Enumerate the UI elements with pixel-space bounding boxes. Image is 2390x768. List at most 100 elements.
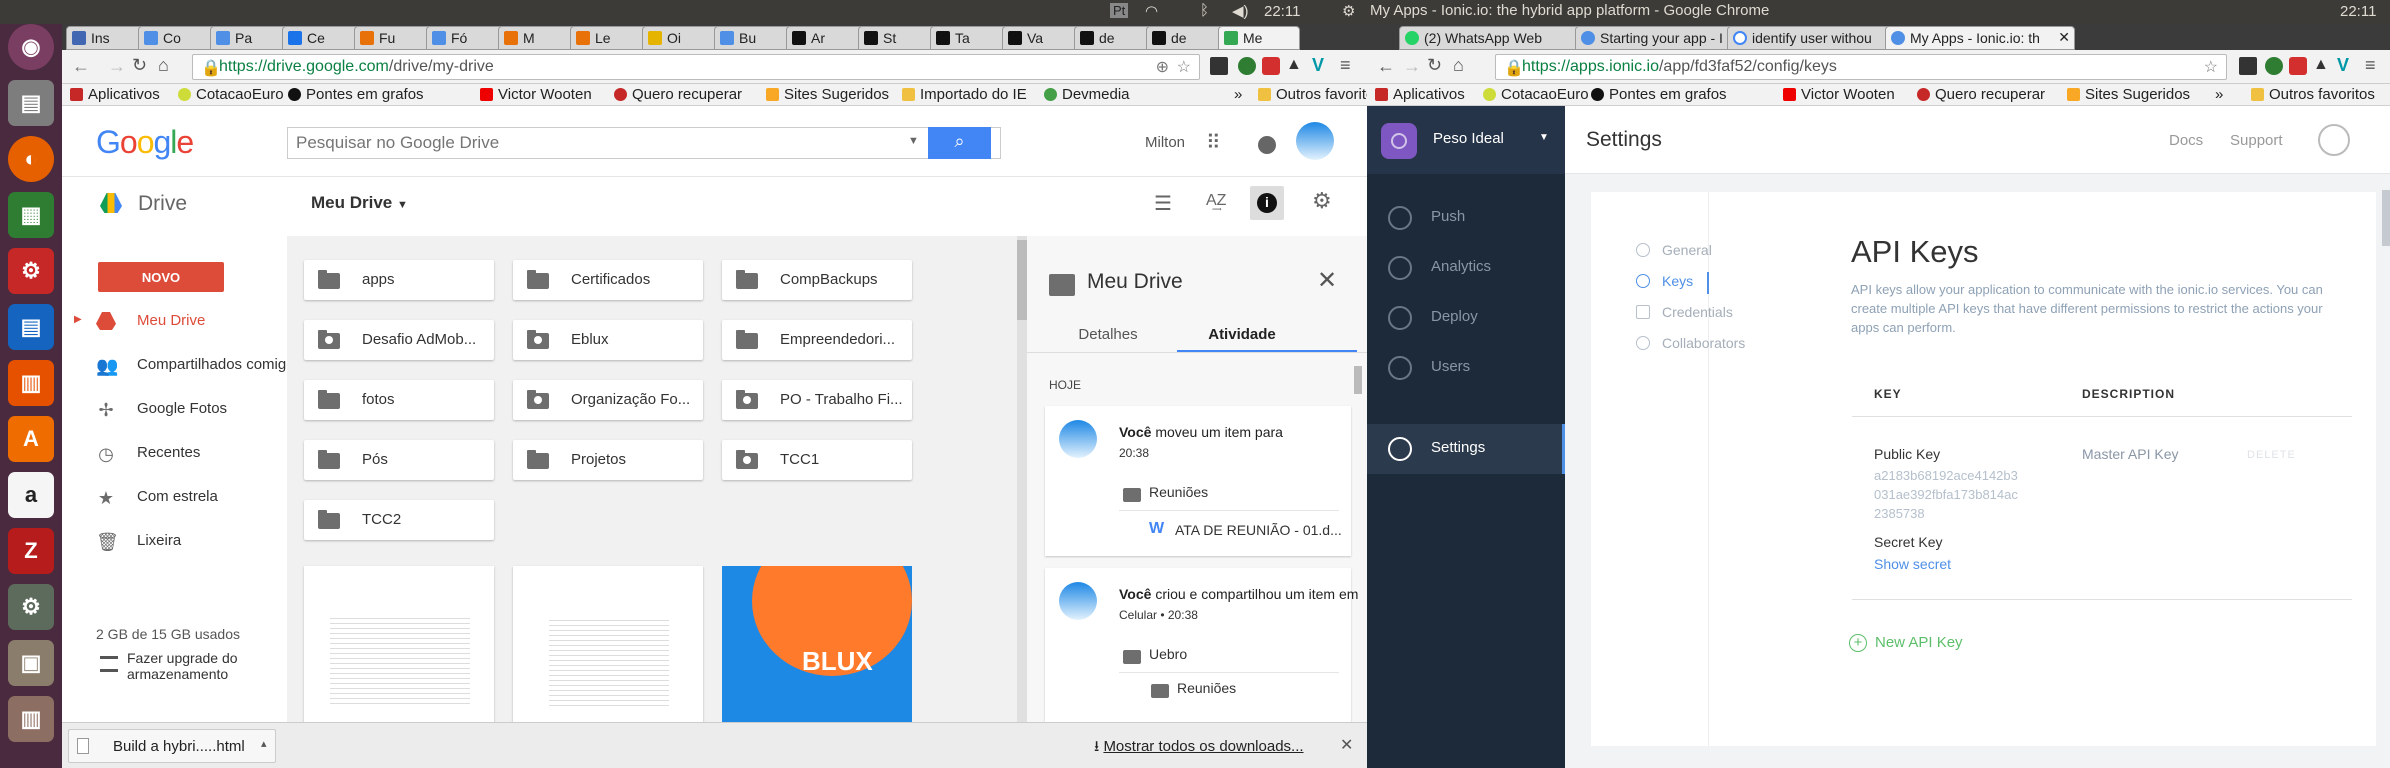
folder-item[interactable]: CompBackups [722,260,912,300]
left-tab-14[interactable]: de [1074,26,1156,50]
extension-icon-2[interactable] [1238,57,1256,75]
download-menu-icon[interactable]: ▴ [261,737,267,750]
keyboard-layout-indicator[interactable]: Pt [1110,3,1129,18]
extension-icon-3[interactable] [1262,57,1280,75]
file-thumbnail-doc1[interactable] [304,566,494,726]
tab-details[interactable]: Detalhes [1043,326,1173,343]
bookmark-overflow[interactable]: » [2215,86,2223,103]
clock-right[interactable]: 22:11 [2340,3,2376,20]
home-icon[interactable]: ⌂ [158,55,169,76]
new-api-key-button[interactable]: + New API Key [1849,634,1963,652]
bookmark-sites[interactable]: Sites Sugeridos [766,86,889,103]
support-link[interactable]: Support [2230,132,2283,149]
nav-starred[interactable]: ★ Com estrela [62,482,286,512]
google-logo[interactable]: Google [96,124,194,161]
software-center-icon[interactable]: A [8,416,54,462]
bookmark-cotacaoeuro[interactable]: CotacaoEuro [178,86,284,103]
activity-1-folder[interactable]: Reuniões [1149,484,1208,500]
menu-icon[interactable]: ≡ [1340,55,1351,76]
nav-users[interactable]: Users [1367,343,1565,393]
grid-scrollbar[interactable] [1017,236,1027,722]
subnav-keys[interactable]: Keys [1636,273,1693,289]
nav-trash[interactable]: 🗑 Lixeira [62,526,286,556]
new-tab-button[interactable] [1354,28,1364,42]
trash-icon[interactable]: ▥ [8,696,54,742]
home-icon[interactable]: ⌂ [1453,55,1464,76]
impress-icon[interactable]: ▥ [8,360,54,406]
reload-icon[interactable]: ↻ [132,55,147,76]
download-item[interactable]: Build a hybri.....html ▴ [68,729,276,763]
docs-link[interactable]: Docs [2169,132,2203,149]
left-tab-8[interactable]: Oi [642,26,724,50]
folder-item[interactable]: Eblux [513,320,703,360]
subnav-credentials[interactable]: Credentials [1636,304,1733,320]
extension-icon-1[interactable] [1210,57,1228,75]
left-tab-1[interactable]: Co [138,26,220,50]
left-tab-16[interactable]: Me [1218,26,1300,50]
subnav-general[interactable]: General [1636,242,1712,258]
bookmark-victor[interactable]: Victor Wooten [1783,86,1895,103]
back-icon[interactable]: ← [1377,56,1395,77]
system-settings-icon[interactable]: ⚙ [8,248,54,294]
folder-item[interactable]: apps [304,260,494,300]
wifi-icon[interactable]: ◠ [1145,2,1158,20]
location-title[interactable]: Meu Drive ▼ [311,193,408,213]
close-icon[interactable]: ✕ [1317,266,1337,295]
apps-grid-icon[interactable]: ⠿ [1206,130,1221,155]
nav-shared[interactable]: 👥 Compartilhados comigo [62,350,295,380]
clock-left[interactable]: 22:11 [1264,3,1300,20]
bookmark-others[interactable]: Outros favoritos [1258,86,1382,103]
extension-icon-5[interactable]: V [2337,55,2349,76]
delete-key-button[interactable]: DELETE [2247,449,2296,461]
folder-item[interactable]: TCC2 [304,500,494,540]
reload-icon[interactable]: ↻ [1427,55,1442,76]
nav-settings[interactable]: Settings [1367,424,1565,474]
activity-2-folder[interactable]: Uebro [1149,646,1187,662]
app-switcher[interactable]: Peso Ideal ▼ [1367,106,1565,174]
left-tab-9[interactable]: Bu [714,26,796,50]
extension-icon-2[interactable] [2265,57,2283,75]
bookmark-apps[interactable]: Aplicativos [70,86,160,103]
left-tab-2[interactable]: Pa [210,26,292,50]
nav-analytics[interactable]: Analytics [1367,243,1565,293]
extension-icon-3[interactable] [2289,57,2307,75]
forward-icon[interactable]: → [1403,56,1421,77]
nav-photos[interactable]: ✢ Google Fotos [62,394,286,424]
folder-item[interactable]: fotos [304,380,494,420]
details-toggle[interactable]: i [1250,186,1284,220]
drive-search[interactable]: ▼ ⌕ [287,127,1001,159]
close-shelf-icon[interactable]: ✕ [1340,735,1353,755]
upgrade-link[interactable]: Fazer upgrade do armazenamento [127,650,277,682]
folder-item[interactable]: Certificados [513,260,703,300]
show-secret-link[interactable]: Show secret [1874,556,1951,572]
panel-scrollbar-thumb[interactable] [1354,366,1362,394]
file-thumbnail-doc2[interactable] [513,566,703,726]
left-tab-4[interactable]: Fu [354,26,436,50]
left-tab-5[interactable]: Fó [426,26,508,50]
avatar[interactable] [1296,122,1334,160]
files-icon[interactable]: ▤ [8,80,54,126]
left-tab-11[interactable]: St [858,26,940,50]
extension-icon-4[interactable]: ▲ [1286,56,1302,74]
left-tab-12[interactable]: Ta [930,26,1012,50]
activity-2-sub[interactable]: Reuniões [1177,680,1236,696]
settings-gear-icon[interactable]: ⚙ [1312,188,1332,214]
address-bar[interactable]: 🔒 https://apps.ionic.io/app/fd3faf52/con… [1495,54,2227,80]
folder-item[interactable]: Pós [304,440,494,480]
main-scrollbar-thumb[interactable] [2382,190,2390,246]
nav-my-drive[interactable]: ▶ Meu Drive [62,306,286,336]
left-tab-3[interactable]: Ce [282,26,364,50]
drive-app-name[interactable]: Drive [138,192,187,216]
tab-activity[interactable]: Atividade [1177,326,1307,343]
drive-logo-icon[interactable] [100,193,122,213]
bookmark-cotacaoeuro[interactable]: CotacaoEuro [1483,86,1589,103]
forward-icon[interactable]: → [108,56,126,77]
bookmark-sites[interactable]: Sites Sugeridos [2067,86,2190,103]
disk-icon[interactable]: ▣ [8,640,54,686]
sort-icon[interactable]: A͢Z [1206,192,1226,210]
bookmark-apps[interactable]: Aplicativos [1375,86,1465,103]
folder-item[interactable]: Projetos [513,440,703,480]
drive-search-input[interactable] [296,133,896,153]
public-key-value[interactable]: a2183b68192ace4142b3 031ae392fbfa173b814a… [1874,466,2044,523]
amazon-icon[interactable]: a [8,472,54,518]
